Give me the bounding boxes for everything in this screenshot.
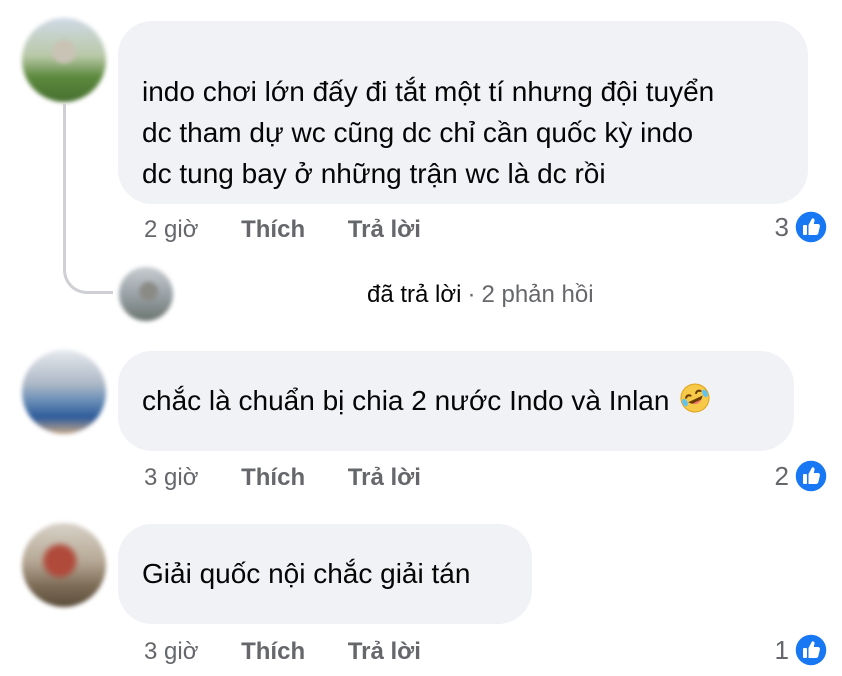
avatar[interactable] <box>119 267 173 321</box>
comment-text-line: dc tung bay ở những trận wc là dc rồi <box>142 158 606 189</box>
reply-button[interactable]: Trả lời <box>348 216 421 244</box>
comment-bubble: chắc là chuẩn bị chia 2 nước Indo và Inl… <box>118 351 794 451</box>
comment-timestamp[interactable]: 3 giờ <box>144 638 198 666</box>
reaction-count: 3 <box>774 211 789 242</box>
like-icon <box>794 459 828 493</box>
like-button[interactable]: Thích <box>241 638 305 666</box>
comment-timestamp[interactable]: 3 giờ <box>144 464 198 492</box>
comment-actions: 2 giờ Thích Trả lời <box>144 216 421 244</box>
comment-text-line: dc tham dự wc cũng dc chỉ cần quốc kỳ in… <box>142 117 694 148</box>
comment-actions: 3 giờ Thích Trả lời <box>144 638 421 666</box>
reply-action-text: đã trả lời <box>367 281 462 308</box>
reply-button[interactable]: Trả lời <box>348 464 421 492</box>
avatar[interactable] <box>22 18 106 102</box>
reply-thread-connector <box>63 104 113 294</box>
view-replies-link[interactable]: đã trả lời · 2 phản hồi <box>367 281 594 309</box>
reply-count: 2 phản hồi <box>481 281 594 308</box>
reaction-summary[interactable]: 1 <box>775 633 828 667</box>
comment-text-line: Giải quốc nội chắc giải tán <box>142 558 471 589</box>
comment-text-line: indo chơi lớn đấy đi tắt một tí nhưng độ… <box>142 76 715 107</box>
like-button[interactable]: Thích <box>241 464 305 492</box>
reaction-count: 1 <box>774 634 789 665</box>
reaction-count: 2 <box>774 460 789 491</box>
comment-text-line: chắc là chuẩn bị chia 2 nước Indo và Inl… <box>142 380 770 421</box>
rolling-laughing-emoji-icon <box>680 383 710 413</box>
comment-text: chắc là chuẩn bị chia 2 nước Indo và Inl… <box>142 385 670 416</box>
avatar[interactable] <box>22 350 106 434</box>
comment-actions: 3 giờ Thích Trả lời <box>144 464 421 492</box>
comment-timestamp[interactable]: 2 giờ <box>144 216 198 244</box>
comments-section: indo chơi lớn đấy đi tắt một tí nhưng độ… <box>0 0 842 676</box>
reaction-summary[interactable]: 3 <box>775 210 828 244</box>
comment-bubble: indo chơi lớn đấy đi tắt một tí nhưng độ… <box>118 21 808 204</box>
like-icon <box>794 633 828 667</box>
separator-dot: · <box>467 281 476 308</box>
avatar[interactable] <box>22 523 106 607</box>
reaction-summary[interactable]: 2 <box>775 459 828 493</box>
like-button[interactable]: Thích <box>241 216 305 244</box>
reply-button[interactable]: Trả lời <box>348 638 421 666</box>
comment-bubble: Giải quốc nội chắc giải tán <box>118 524 532 624</box>
like-icon <box>794 210 828 244</box>
